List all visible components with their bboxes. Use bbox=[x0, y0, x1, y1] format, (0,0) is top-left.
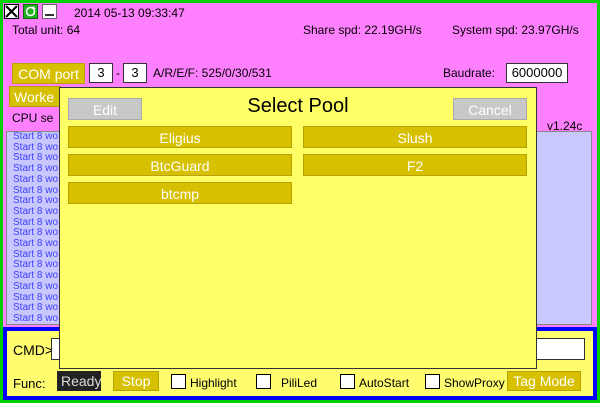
ready-status: Ready bbox=[57, 371, 101, 391]
cancel-button[interactable]: Cancel bbox=[453, 98, 527, 120]
showproxy-checkbox[interactable] bbox=[425, 374, 440, 389]
pool-f2[interactable]: F2 bbox=[303, 154, 527, 176]
cpu-label: CPU se bbox=[12, 111, 54, 125]
showproxy-label: ShowProxy bbox=[444, 376, 505, 390]
cmd-label: CMD> bbox=[13, 342, 54, 358]
select-pool-dialog: Edit Select Pool Cancel Eligius Slush Bt… bbox=[59, 87, 537, 369]
refresh-icon[interactable] bbox=[23, 4, 38, 19]
share-speed: Share spd: 22.19GH/s bbox=[303, 23, 422, 37]
system-speed: System spd: 23.97GH/s bbox=[452, 23, 579, 37]
func-label: Func: bbox=[13, 376, 46, 391]
com-range-dash: - bbox=[116, 66, 120, 80]
autostart-label: AutoStart bbox=[359, 376, 410, 390]
tag-mode-button[interactable]: Tag Mode bbox=[507, 371, 581, 391]
baudrate-field[interactable]: 6000000 bbox=[506, 63, 568, 83]
datetime: 2014 05-13 09:33:47 bbox=[74, 6, 185, 20]
worker-button[interactable]: Worke bbox=[9, 86, 61, 107]
com-from-field[interactable]: 3 bbox=[89, 63, 113, 83]
com-to-field[interactable]: 3 bbox=[123, 63, 147, 83]
close-icon[interactable] bbox=[4, 4, 19, 19]
piliLed-label: PiliLed bbox=[281, 376, 318, 390]
piliLed-checkbox[interactable] bbox=[256, 374, 271, 389]
com-port-button[interactable]: COM port bbox=[12, 63, 85, 84]
aref-stats: A/R/E/F: 525/0/30/531 bbox=[153, 66, 272, 80]
pool-slush[interactable]: Slush bbox=[303, 126, 527, 148]
highlight-label: Highlight bbox=[190, 376, 237, 390]
stop-button[interactable]: Stop bbox=[113, 371, 159, 391]
baudrate-label: Baudrate: bbox=[443, 66, 496, 80]
autostart-checkbox[interactable] bbox=[340, 374, 355, 389]
total-unit: Total unit: 64 bbox=[12, 23, 81, 37]
pool-btcmp[interactable]: btcmp bbox=[68, 182, 292, 204]
pool-btcguard[interactable]: BtcGuard bbox=[68, 154, 292, 176]
pool-eligius[interactable]: Eligius bbox=[68, 126, 292, 148]
main-window: 2014 05-13 09:33:47 Total unit: 64 Share… bbox=[3, 3, 597, 400]
highlight-checkbox[interactable] bbox=[171, 374, 186, 389]
minimize-icon[interactable] bbox=[42, 4, 57, 19]
